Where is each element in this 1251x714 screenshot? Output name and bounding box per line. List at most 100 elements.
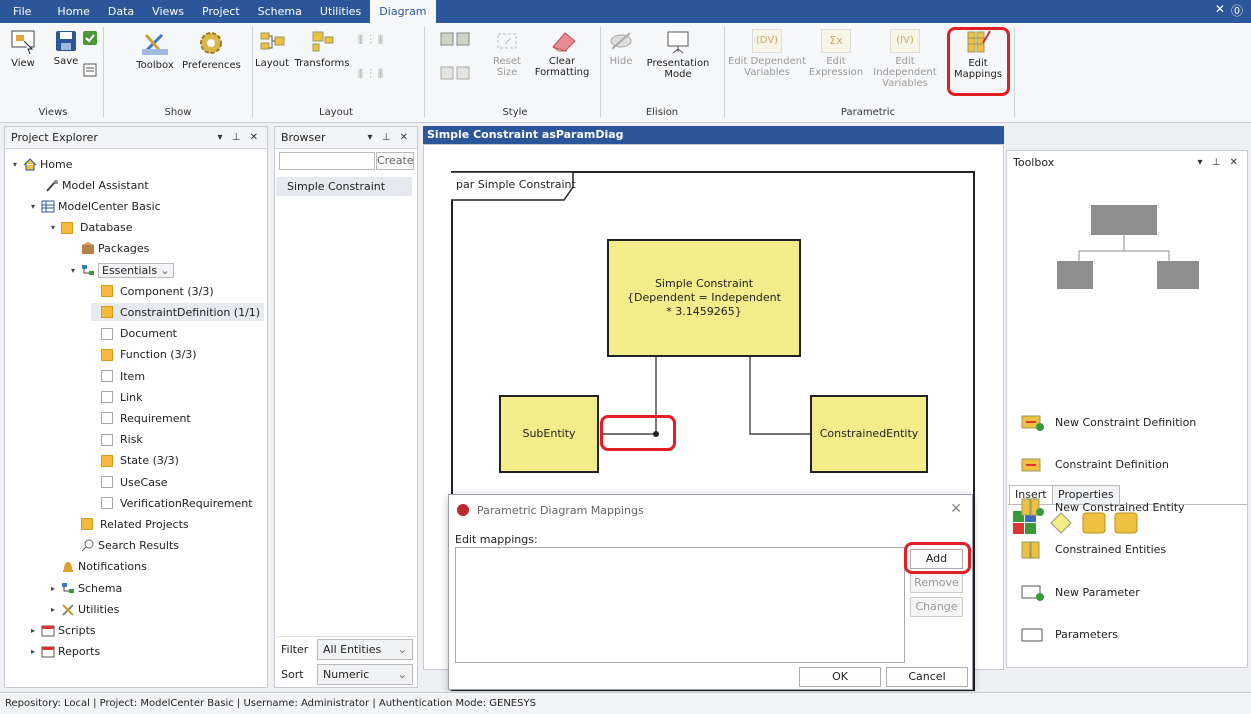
browser-item[interactable]: Simple Constraint bbox=[276, 177, 412, 196]
edit-dependent-variables-button[interactable]: (DV) Edit Dependent Variables bbox=[728, 29, 806, 78]
empty-icon bbox=[101, 497, 117, 510]
tab-utilities[interactable]: Utilities bbox=[311, 0, 370, 23]
reset-size-button[interactable]: Reset Size bbox=[492, 29, 522, 78]
tree-item-label: Database bbox=[80, 221, 133, 235]
tree-item-component[interactable]: Component (3/3) bbox=[91, 282, 214, 300]
toolbox-button[interactable]: Toolbox bbox=[132, 29, 178, 71]
tree-item-verification-requirement[interactable]: VerificationRequirement bbox=[91, 494, 253, 512]
filter-select[interactable]: All Entities ⌄ bbox=[317, 639, 413, 660]
tree-item-requirement[interactable]: Requirement bbox=[91, 409, 191, 427]
tree-item-scripts[interactable]: ▸ Scripts bbox=[31, 621, 96, 639]
close-icon[interactable]: ✕ bbox=[950, 501, 962, 517]
tree-item-related-projects[interactable]: Related Projects bbox=[71, 515, 189, 533]
tree-item-reports[interactable]: ▸ Reports bbox=[31, 643, 100, 661]
create-button[interactable]: Create bbox=[376, 152, 414, 170]
toolbox-item-new-parameter[interactable]: New Parameter bbox=[1021, 583, 1140, 601]
constrained-entity-block[interactable]: ConstrainedEntity bbox=[810, 395, 928, 473]
app-logo-icon bbox=[457, 504, 469, 516]
panel-controls[interactable]: ▾ ⊥ ✕ bbox=[1198, 157, 1241, 168]
reset-size-icon bbox=[497, 33, 517, 49]
connector-highlight bbox=[600, 415, 676, 451]
toolbox-item-constrained-entities[interactable]: Constrained Entities bbox=[1021, 541, 1166, 559]
expand-toggle-icon[interactable]: ▸ bbox=[31, 647, 41, 656]
menu-bar: File Home Data Views Project Schema Util… bbox=[0, 0, 1251, 23]
toolbox-item-parameters[interactable]: Parameters bbox=[1021, 626, 1118, 644]
tree-item-modelcenter-basic[interactable]: ▾ ModelCenter Basic bbox=[31, 197, 161, 215]
layout-button[interactable]: Layout bbox=[254, 29, 290, 69]
tree-item-label: VerificationRequirement bbox=[120, 496, 253, 510]
tree-item-risk[interactable]: Risk bbox=[91, 431, 143, 449]
tab-data[interactable]: Data bbox=[99, 0, 143, 23]
hide-button[interactable]: Hide bbox=[606, 29, 636, 67]
tree-item-document[interactable]: Document bbox=[91, 325, 177, 343]
tree-item-home[interactable]: ▾ Home bbox=[13, 155, 72, 173]
edit-expression-button[interactable]: Σx Edit Expression bbox=[808, 29, 864, 78]
eraser-icon bbox=[552, 32, 576, 52]
remove-button[interactable]: Remove bbox=[910, 573, 963, 593]
save-button[interactable]: Save bbox=[50, 29, 82, 67]
tree-item-link[interactable]: Link bbox=[91, 388, 143, 406]
view-button[interactable]: View bbox=[8, 29, 38, 69]
browser-title: Browser bbox=[281, 131, 326, 144]
expand-toggle-icon[interactable]: ▾ bbox=[51, 223, 61, 232]
tree-item-label: Scripts bbox=[58, 623, 96, 637]
tree-item-schema[interactable]: ▸ Schema bbox=[51, 579, 122, 597]
tree-item-constraint-definition[interactable]: ConstraintDefinition (1/1) bbox=[91, 303, 265, 322]
tree-item-notifications[interactable]: Notifications bbox=[51, 558, 147, 576]
tree-item-model-assistant[interactable]: Model Assistant bbox=[35, 176, 149, 194]
toolbox-item-new-constraint-definition[interactable]: New Constraint Definition bbox=[1021, 413, 1196, 431]
tree-item-search-results[interactable]: Search Results bbox=[71, 537, 179, 555]
document-settings-icon[interactable] bbox=[82, 63, 98, 80]
parametric-group-label: Parametric bbox=[840, 107, 896, 118]
tree-item-database[interactable]: ▾ Database bbox=[51, 219, 133, 237]
panel-controls[interactable]: ▾ ⊥ ✕ bbox=[368, 132, 411, 143]
tab-home[interactable]: Home bbox=[48, 0, 98, 23]
expand-toggle-icon[interactable]: ▸ bbox=[51, 605, 61, 614]
tree-item-usecase[interactable]: UseCase bbox=[91, 473, 167, 491]
tab-views[interactable]: Views bbox=[143, 0, 193, 23]
tab-diagram[interactable]: Diagram bbox=[370, 0, 436, 23]
tools-icon[interactable]: ✕ bbox=[1215, 2, 1225, 19]
tab-project[interactable]: Project bbox=[193, 0, 249, 23]
ok-button[interactable]: OK bbox=[799, 667, 881, 687]
new-constraint-definition-icon bbox=[1021, 413, 1045, 431]
sort-select[interactable]: Numeric ⌄ bbox=[317, 664, 413, 685]
tree-item-essentials[interactable]: ▾ Essentials ⌄ bbox=[71, 261, 174, 279]
tree-item-label: UseCase bbox=[120, 475, 168, 489]
mappings-list[interactable] bbox=[455, 547, 905, 663]
help-icon[interactable]: ⓪ bbox=[1231, 2, 1243, 19]
transforms-button[interactable]: Transforms bbox=[292, 29, 352, 69]
preferences-button[interactable]: Preferences bbox=[182, 29, 241, 71]
browser-search-input[interactable] bbox=[279, 152, 375, 170]
elision-group-label: Elision bbox=[645, 107, 679, 118]
check-icon[interactable] bbox=[82, 30, 98, 49]
clear-formatting-button[interactable]: Clear Formatting bbox=[532, 29, 592, 78]
expand-toggle-icon[interactable]: ▾ bbox=[13, 160, 23, 169]
cancel-button[interactable]: Cancel bbox=[886, 667, 968, 687]
project-explorer-title: Project Explorer bbox=[11, 131, 98, 144]
tab-schema[interactable]: Schema bbox=[249, 0, 311, 23]
tab-file[interactable]: File bbox=[4, 0, 40, 23]
panel-controls[interactable]: ▾ ⊥ ✕ bbox=[218, 132, 261, 143]
calendar-icon bbox=[41, 645, 55, 658]
change-button[interactable]: Change bbox=[910, 597, 963, 617]
toolbox-item-new-constrained-entity[interactable]: New Constrained Entity bbox=[1021, 498, 1185, 516]
expand-toggle-icon[interactable]: ▸ bbox=[31, 626, 41, 635]
tree-item-label: Item bbox=[120, 369, 146, 383]
sub-entity-block[interactable]: SubEntity bbox=[499, 395, 599, 473]
full-icon bbox=[101, 306, 117, 319]
tree-item-packages[interactable]: Packages bbox=[71, 240, 149, 258]
edit-independent-variables-button[interactable]: (IV) Edit Independent Variables bbox=[866, 29, 944, 89]
toolbox-item-constraint-definition[interactable]: Constraint Definition bbox=[1021, 456, 1169, 474]
tree-item-state[interactable]: State (3/3) bbox=[91, 452, 179, 470]
tree-item-function[interactable]: Function (3/3) bbox=[91, 346, 197, 364]
expand-toggle-icon[interactable]: ▾ bbox=[31, 202, 41, 211]
expand-toggle-icon[interactable]: ▸ bbox=[51, 584, 61, 593]
constraint-block[interactable]: Simple Constraint {Dependent = Independe… bbox=[607, 239, 801, 357]
presentation-mode-button[interactable]: Presentation Mode bbox=[642, 29, 714, 80]
expand-toggle-icon[interactable]: ▾ bbox=[71, 266, 81, 275]
tree-item-utilities[interactable]: ▸ Utilities bbox=[51, 600, 119, 618]
diagram-tab[interactable]: Simple Constraint asParamDiag bbox=[423, 126, 1004, 144]
tree-item-item[interactable]: Item bbox=[91, 367, 145, 385]
chevron-down-icon[interactable]: ⌄ bbox=[157, 264, 170, 277]
